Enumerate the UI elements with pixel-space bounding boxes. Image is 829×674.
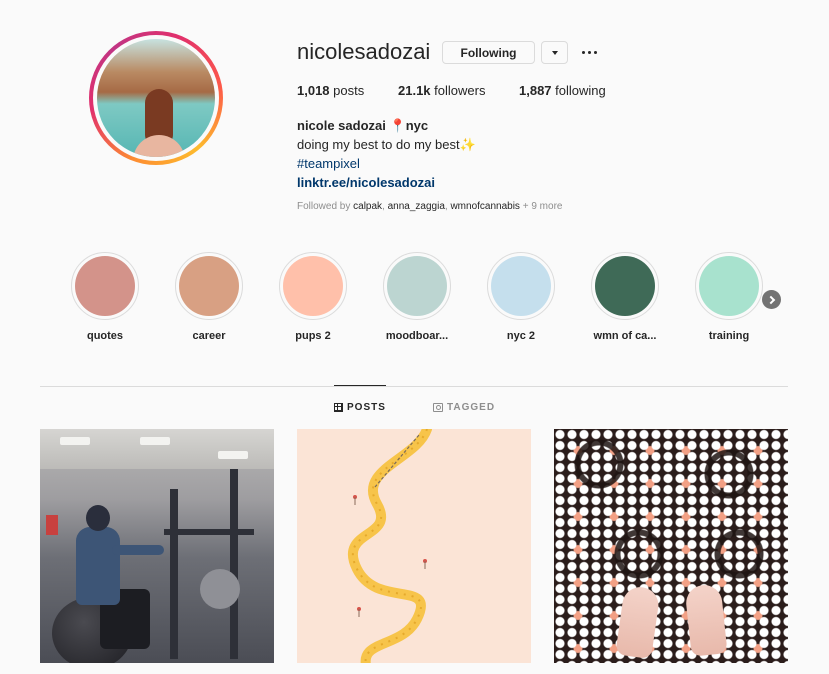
more-icon-dot: [593, 50, 597, 54]
highlight-wmn-of-cannabis[interactable]: wmn of ca...: [590, 252, 660, 342]
highlight-circle: [279, 252, 347, 320]
more-icon-dot: [587, 50, 591, 54]
post-image-detail: [230, 469, 238, 659]
followed-by-account[interactable]: anna_zaggia: [388, 201, 445, 212]
highlight-circle: [591, 252, 659, 320]
highlight-label: quotes: [86, 330, 124, 342]
bio-location: nyc: [405, 118, 429, 133]
sparkles-icon: ✨: [459, 137, 476, 152]
highlight-cover: [491, 256, 551, 316]
post-image-detail: [60, 437, 90, 445]
post-image-detail: [574, 439, 624, 489]
bio-text: doing my best to do my best: [297, 137, 460, 152]
highlight-training[interactable]: training: [694, 252, 764, 342]
full-name: nicole sadozai: [297, 118, 386, 133]
followers-count: 21.1k: [398, 83, 431, 98]
followed-by-account[interactable]: wmnofcannabis: [450, 201, 519, 212]
highlight-cover: [283, 256, 343, 316]
tab-tagged-label: TAGGED: [447, 402, 496, 413]
suggested-dropdown-button[interactable]: [541, 41, 568, 64]
chevron-right-icon: [766, 295, 775, 304]
story-ring[interactable]: [89, 31, 223, 165]
tab-tagged[interactable]: TAGGED: [433, 402, 495, 413]
posts-stat: 1,018 posts: [297, 83, 364, 98]
active-tab-indicator: [334, 385, 386, 386]
highlight-nyc-2[interactable]: nyc 2: [486, 252, 556, 342]
post-image-detail: [164, 529, 254, 535]
profile-bio: nicole sadozai 📍nyc doing my best to do …: [297, 116, 476, 192]
post-image-detail: [347, 429, 432, 663]
highlight-circle: [71, 252, 139, 320]
more-icon-dot: [581, 50, 585, 54]
highlight-moodboard[interactable]: moodboar...: [382, 252, 452, 342]
bio-link[interactable]: linktr.ee/nicolesadozai: [297, 173, 476, 192]
tagged-icon: [433, 403, 443, 412]
highlight-label: nyc 2: [506, 330, 536, 342]
bio-name-line: nicole sadozai 📍nyc: [297, 116, 476, 135]
post-image-detail: [704, 449, 754, 499]
following-label: following: [555, 83, 606, 98]
followed-by-account[interactable]: calpak: [353, 201, 382, 212]
highlight-label: training: [708, 330, 750, 342]
avatar-frame: [93, 35, 219, 161]
highlight-cover: [387, 256, 447, 316]
highlight-circle: [175, 252, 243, 320]
highlight-cover: [699, 256, 759, 316]
highlights-next-button[interactable]: [762, 290, 781, 309]
post-image-detail: [140, 437, 170, 445]
highlight-circle: [695, 252, 763, 320]
highlight-pups-2[interactable]: pups 2: [278, 252, 348, 342]
highlight-circle: [487, 252, 555, 320]
avatar-shoulder: [133, 135, 185, 157]
post-image-detail: [40, 429, 274, 469]
highlight-quotes[interactable]: quotes: [70, 252, 140, 342]
tab-posts[interactable]: POSTS: [334, 402, 386, 413]
more-options-button[interactable]: [578, 41, 600, 63]
highlight-circle: [383, 252, 451, 320]
following-button[interactable]: Following: [442, 41, 535, 64]
location-pin-icon: 📍: [389, 118, 406, 133]
post-image-detail: [614, 529, 664, 579]
followed-by[interactable]: Followed by calpak, anna_zaggia, wmnofca…: [297, 201, 562, 212]
following-stat[interactable]: 1,887 following: [519, 83, 606, 98]
post-image-detail: [170, 489, 178, 659]
tabs-divider: [40, 386, 788, 387]
highlight-label: career: [192, 330, 226, 342]
avatar[interactable]: [97, 39, 215, 157]
posts-label: posts: [333, 83, 365, 98]
post-image-detail: [112, 545, 164, 555]
followers-stat[interactable]: 21.1k followers: [398, 83, 485, 98]
followers-label: followers: [434, 83, 486, 98]
followed-by-prefix: Followed by: [297, 201, 351, 212]
following-count: 1,887: [519, 83, 552, 98]
post-image-detail: [714, 529, 764, 579]
highlight-career[interactable]: career: [174, 252, 244, 342]
highlight-label: pups 2: [295, 330, 331, 342]
hashtag-link[interactable]: #teampixel: [297, 154, 476, 173]
highlight-cover: [595, 256, 655, 316]
posts-count: 1,018: [297, 83, 330, 98]
highlight-label: moodboar...: [385, 330, 449, 342]
tab-posts-label: POSTS: [347, 402, 386, 413]
post-image-detail: [218, 451, 248, 459]
post-thumbnail[interactable]: [40, 429, 274, 663]
highlight-cover: [75, 256, 135, 316]
post-thumbnail[interactable]: [297, 429, 531, 663]
highlight-cover: [179, 256, 239, 316]
grid-icon: [334, 403, 343, 412]
followed-by-more[interactable]: + 9 more: [523, 201, 563, 212]
chevron-down-icon: [551, 50, 558, 55]
post-image-detail: [200, 569, 240, 609]
highlight-label: wmn of ca...: [593, 330, 657, 342]
post-image-detail: [86, 505, 110, 531]
post-thumbnail[interactable]: [554, 429, 788, 663]
post-image-detail: [76, 527, 120, 605]
post-image-detail: [46, 515, 58, 535]
bio-line: doing my best to do my best✨: [297, 135, 476, 154]
profile-username: nicolesadozai: [297, 39, 431, 64]
